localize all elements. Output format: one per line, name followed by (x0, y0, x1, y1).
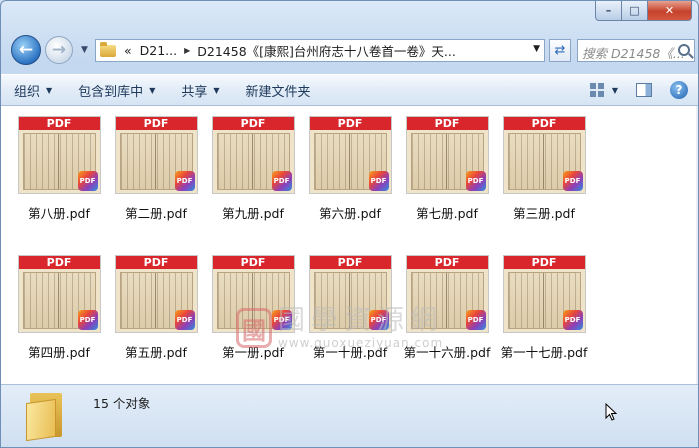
pdf-thumbnail: PDF PDF (114, 116, 198, 194)
back-button[interactable]: ← (11, 35, 41, 65)
folder-icon (26, 393, 66, 442)
explorer-window: – □ ✕ ← → ▼ « D21... ▶ D21458《[康熙]台州府志十八… (0, 0, 699, 448)
pdf-label: PDF (18, 117, 100, 130)
breadcrumb-parent[interactable]: D21... (140, 43, 177, 58)
breadcrumb-overflow[interactable]: « (124, 43, 132, 58)
include-library-label: 包含到库中 (78, 84, 144, 100)
file-name: 第七册.pdf (416, 206, 478, 221)
file-item[interactable]: PDF PDF 第三册.pdf (499, 116, 589, 222)
pdf-label: PDF (309, 256, 391, 269)
file-name: 第六册.pdf (319, 206, 381, 221)
chevron-down-icon: ▼ (46, 85, 53, 95)
pdf-thumbnail: PDF PDF (308, 116, 392, 194)
file-name: 第四册.pdf (28, 345, 90, 360)
chevron-down-icon: ▼ (149, 85, 156, 95)
include-library-menu[interactable]: 包含到库中 ▼ (65, 75, 168, 105)
view-options-icon[interactable] (589, 83, 604, 97)
refresh-button[interactable]: ⇄ (549, 39, 571, 62)
file-item[interactable]: PDF PDF 第四册.pdf (14, 255, 104, 361)
window-controls: – □ ✕ (595, 1, 692, 21)
command-bar: 组织 ▼ 包含到库中 ▼ 共享 ▼ 新建文件夹 ▼ ? (1, 74, 698, 106)
new-folder-label: 新建文件夹 (245, 84, 311, 100)
file-list[interactable]: PDF PDF 第八册.pdf PDF PDF 第二册.pdf PDF PDF 第九册.pdf P… (1, 106, 698, 384)
help-icon[interactable]: ? (670, 81, 688, 99)
file-item[interactable]: PDF PDF 第七册.pdf (402, 116, 492, 222)
pdf-thumbnail: PDF PDF (405, 116, 489, 194)
pdf-app-icon: PDF (174, 171, 195, 191)
pdf-label: PDF (503, 256, 585, 269)
back-arrow-icon: ← (18, 40, 34, 60)
file-name: 第八册.pdf (28, 206, 90, 221)
pdf-app-icon: PDF (465, 310, 486, 330)
search-input[interactable]: 搜索 D21458《... (577, 39, 695, 62)
view-dropdown-icon[interactable]: ▼ (612, 86, 618, 95)
pdf-app-icon: PDF (465, 171, 486, 191)
address-bar[interactable]: « D21... ▶ D21458《[康熙]台州府志十八卷首一卷》天... ▼ (95, 39, 545, 62)
pdf-label: PDF (406, 256, 488, 269)
pdf-thumbnail: PDF PDF (211, 116, 295, 194)
organize-label: 组织 (14, 84, 41, 100)
pdf-thumbnail: PDF PDF (114, 255, 198, 333)
scrollbar[interactable] (696, 106, 698, 384)
pdf-thumbnail: PDF PDF (502, 116, 586, 194)
file-item[interactable]: PDF PDF 第二册.pdf (111, 116, 201, 222)
pdf-label: PDF (406, 117, 488, 130)
watermark-seal: 國 (236, 308, 272, 348)
new-folder-button[interactable]: 新建文件夹 (233, 75, 324, 105)
breadcrumb-current[interactable]: D21458《[康熙]台州府志十八卷首一卷》天... (197, 41, 456, 60)
forward-button[interactable]: → (45, 36, 73, 64)
watermark-cn: 國學資源網 (278, 305, 443, 336)
folder-icon (100, 41, 116, 57)
pdf-label: PDF (212, 117, 294, 130)
file-item[interactable]: PDF PDF 第九册.pdf (208, 116, 298, 222)
breadcrumb-separator-icon[interactable]: ▶ (184, 46, 190, 55)
close-button[interactable]: ✕ (648, 1, 692, 21)
file-name: 第九册.pdf (222, 206, 284, 221)
item-count: 15 个对象 (93, 396, 151, 411)
history-dropdown-icon[interactable]: ▼ (81, 45, 88, 55)
minimize-button[interactable]: – (595, 1, 622, 21)
pdf-app-icon: PDF (271, 171, 292, 191)
share-label: 共享 (181, 84, 208, 100)
maximize-button[interactable]: □ (622, 1, 648, 21)
pdf-app-icon: PDF (562, 310, 583, 330)
pdf-label: PDF (309, 117, 391, 130)
file-item[interactable]: PDF PDF 第六册.pdf (305, 116, 395, 222)
organize-menu[interactable]: 组织 ▼ (1, 75, 65, 105)
search-icon[interactable] (678, 44, 690, 56)
refresh-icon: ⇄ (554, 43, 566, 58)
pdf-app-icon: PDF (562, 171, 583, 191)
pdf-label: PDF (115, 117, 197, 130)
file-name: 第一十七册.pdf (500, 345, 588, 360)
details-pane: 15 个对象 (1, 384, 698, 447)
pdf-app-icon: PDF (77, 171, 98, 191)
pdf-label: PDF (212, 256, 294, 269)
pdf-label: PDF (503, 117, 585, 130)
preview-pane-icon[interactable] (636, 83, 652, 97)
pdf-thumbnail: PDF PDF (17, 116, 101, 194)
chevron-down-icon: ▼ (213, 85, 220, 95)
forward-arrow-icon: → (51, 40, 67, 60)
pdf-label: PDF (115, 256, 197, 269)
share-menu[interactable]: 共享 ▼ (168, 75, 232, 105)
pdf-label: PDF (18, 256, 100, 269)
file-name: 第三册.pdf (513, 206, 575, 221)
navigation-bar: ← → ▼ « D21... ▶ D21458《[康熙]台州府志十八卷首一卷》天… (9, 35, 695, 67)
watermark: 國 國學資源網 www.guoxueziyuan.com (236, 306, 443, 350)
search-placeholder: 搜索 D21458《... (582, 46, 685, 61)
file-item[interactable]: PDF PDF 第一十七册.pdf (499, 255, 589, 361)
file-name: 第五册.pdf (125, 345, 187, 360)
address-dropdown-icon[interactable]: ▼ (533, 44, 540, 54)
pdf-app-icon: PDF (174, 310, 195, 330)
pdf-app-icon: PDF (368, 171, 389, 191)
file-name: 第二册.pdf (125, 206, 187, 221)
file-item[interactable]: PDF PDF 第八册.pdf (14, 116, 104, 222)
watermark-en: www.guoxueziyuan.com (278, 336, 444, 350)
pdf-app-icon: PDF (77, 310, 98, 330)
file-item[interactable]: PDF PDF 第五册.pdf (111, 255, 201, 361)
pdf-thumbnail: PDF PDF (17, 255, 101, 333)
pdf-thumbnail: PDF PDF (502, 255, 586, 333)
